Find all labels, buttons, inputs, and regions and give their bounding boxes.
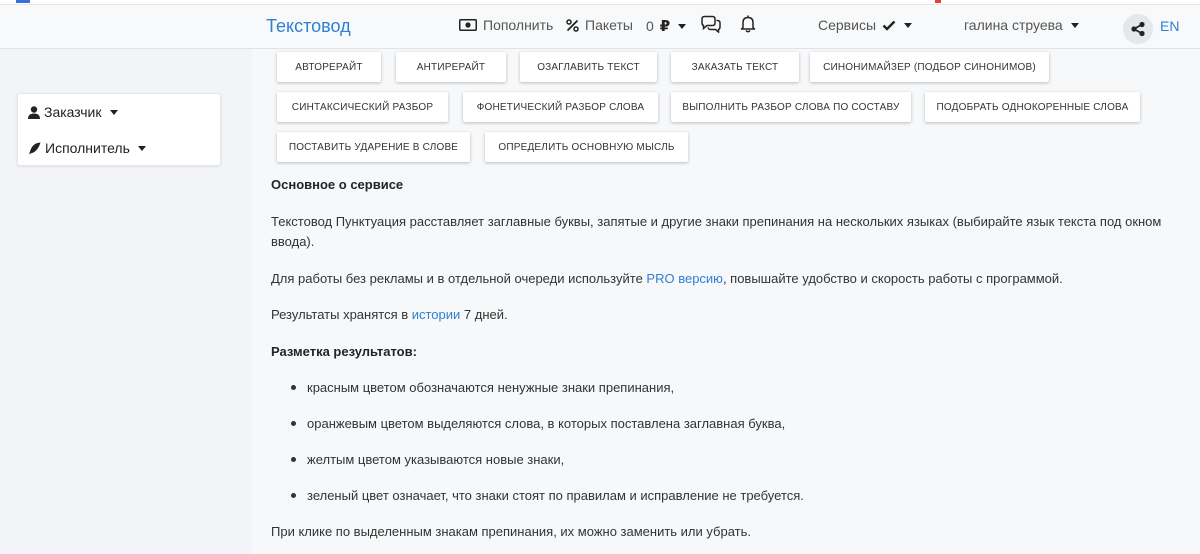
tab-indicator: [935, 0, 941, 3]
chevron-down-icon: [137, 145, 146, 151]
share-button[interactable]: [1123, 14, 1153, 44]
pro-text-before: Для работы без рекламы и в отдельной оче…: [271, 271, 647, 286]
top-navbar: Текстовод Пополнить Пакеты 0 ₽ Сервисы г…: [0, 5, 1200, 49]
pro-version-link[interactable]: PRO версию: [646, 271, 723, 286]
order-text-button[interactable]: Заказать текст: [671, 52, 799, 82]
antirewrite-button[interactable]: Антирерайт: [396, 52, 506, 82]
bullet-icon: [291, 493, 296, 498]
title-text-button[interactable]: Озаглавить текст: [520, 52, 657, 82]
chevron-down-icon: [109, 109, 118, 115]
services-label: Сервисы: [818, 17, 877, 33]
main-idea-button[interactable]: Определить основную мысль: [485, 132, 688, 162]
pro-text-after: , повышайте удобство и скорость работы с…: [722, 271, 1063, 286]
cognate-words-button[interactable]: Подобрать однокоренные слова: [925, 92, 1140, 122]
pro-paragraph: Для работы без рекламы и в отдельной оче…: [271, 269, 1181, 289]
language-switch[interactable]: EN: [1160, 18, 1179, 34]
synonymizer-button[interactable]: Синонимайзер (подбор синонимов): [810, 52, 1049, 82]
history-text-before: Результаты хранятся в: [271, 307, 412, 322]
notifications-button[interactable]: [740, 15, 756, 33]
history-link[interactable]: истории: [412, 307, 461, 322]
packages-link[interactable]: Пакеты: [566, 17, 633, 33]
customer-dropdown[interactable]: Заказчик: [28, 104, 118, 120]
chat-bubbles-icon: [701, 15, 721, 33]
morpheme-analysis-button[interactable]: Выполнить разбор слова по составу: [671, 92, 911, 122]
list-item: красным цветом обозначаются ненужные зна…: [291, 380, 674, 395]
share-icon: [1131, 21, 1145, 37]
list-item-text: оранжевым цветом выделяются слова, в кот…: [307, 416, 786, 431]
tab-indicator: [16, 0, 30, 3]
markup-heading: Разметка результатов:: [271, 344, 417, 359]
chevron-down-icon: [678, 23, 687, 29]
click-hint-paragraph: При клике по выделенным знакам препинани…: [271, 524, 751, 539]
bullet-icon: [291, 457, 296, 462]
list-item: оранжевым цветом выделяются слова, в кот…: [291, 416, 785, 431]
about-heading: Основное о сервисе: [271, 177, 404, 192]
packages-label: Пакеты: [585, 17, 633, 33]
services-dropdown[interactable]: Сервисы: [818, 17, 913, 33]
balance-amount: 0: [646, 18, 654, 34]
user-menu-dropdown[interactable]: галина струева: [964, 17, 1079, 33]
balance-dropdown[interactable]: 0 ₽: [646, 17, 687, 35]
main-content: [252, 49, 1200, 554]
executor-dropdown[interactable]: Исполнитель: [28, 140, 146, 156]
chevron-down-icon: [1070, 22, 1079, 28]
list-item-text: желтым цветом указываются новые знаки,: [307, 452, 565, 467]
history-paragraph: Результаты хранятся в истории 7 дней.: [271, 305, 1181, 325]
list-item: зеленый цвет означает, что знаки стоят п…: [291, 488, 804, 503]
executor-label: Исполнитель: [45, 140, 130, 156]
customer-label: Заказчик: [44, 104, 102, 120]
intro-paragraph: Текстовод Пунктуация расставляет заглавн…: [271, 214, 1162, 249]
user-name: галина струева: [964, 17, 1063, 33]
sidebar-menu: Заказчик Исполнитель: [17, 93, 221, 166]
bullet-icon: [291, 421, 296, 426]
brand-logo[interactable]: Текстовод: [266, 16, 351, 37]
currency-symbol: ₽: [659, 18, 671, 35]
user-icon: [28, 105, 40, 119]
chat-button[interactable]: [700, 15, 722, 33]
stress-button[interactable]: Поставить ударение в слове: [277, 132, 470, 162]
bullet-icon: [291, 385, 296, 390]
chevron-down-icon: [904, 22, 913, 28]
history-text-after: 7 дней.: [460, 307, 508, 322]
syntax-analysis-button[interactable]: Синтаксический разбор: [277, 92, 448, 122]
topup-link[interactable]: Пополнить: [459, 17, 553, 33]
bell-icon: [740, 15, 756, 33]
list-item-text: зеленый цвет означает, что знаки стоят п…: [307, 488, 804, 503]
rewrite-button[interactable]: Авторерайт: [277, 52, 381, 82]
check-icon: [882, 20, 896, 31]
percent-icon: [566, 18, 579, 32]
feather-icon: [29, 142, 41, 154]
cash-icon: [459, 19, 477, 31]
phonetic-analysis-button[interactable]: Фонетический разбор слова: [463, 92, 658, 122]
list-item: желтым цветом указываются новые знаки,: [291, 452, 564, 467]
list-item-text: красным цветом обозначаются ненужные зна…: [307, 380, 675, 395]
topup-label: Пополнить: [483, 17, 554, 33]
